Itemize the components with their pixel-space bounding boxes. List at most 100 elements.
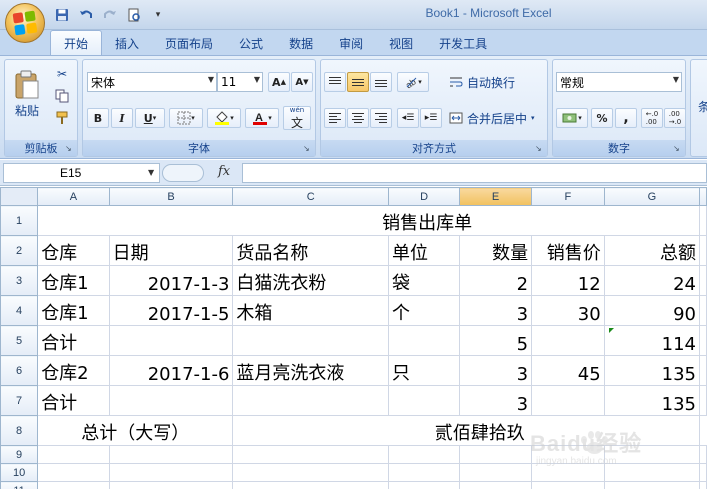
tab-5[interactable]: 数据 [276,30,326,56]
number-launcher-icon[interactable]: ↘ [673,144,682,153]
row-header[interactable]: 9 [0,445,39,464]
decrease-decimal-button[interactable]: .00 →.0 [664,108,686,128]
cell[interactable]: 3 [459,385,533,416]
cell[interactable] [459,463,533,482]
alignment-launcher-icon[interactable]: ↘ [535,144,544,153]
column-header[interactable]: E [459,187,533,206]
decrease-indent-button[interactable]: ◂☰ [397,108,419,128]
row-header[interactable]: 2 [0,235,39,266]
cell[interactable]: 仓库 [37,235,110,266]
cell[interactable]: 日期 [108,235,234,266]
cell[interactable]: 合计 [37,325,110,356]
cell[interactable] [108,445,234,464]
select-all-corner[interactable] [0,187,39,206]
cell[interactable] [699,445,707,464]
chevron-down-icon[interactable]: ▼ [148,168,154,177]
cell[interactable] [232,385,390,416]
font-launcher-icon[interactable]: ↘ [303,144,312,153]
column-header[interactable]: G [603,187,701,206]
cell[interactable]: 12 [531,265,605,296]
cell[interactable] [459,445,533,464]
shrink-font-button[interactable]: A ▼ [291,72,313,92]
cell[interactable]: 单位 [388,235,461,266]
column-header[interactable]: C [232,187,390,206]
comma-button[interactable]: , [615,108,637,128]
cell[interactable] [388,463,461,482]
cell[interactable] [699,355,707,386]
cell[interactable]: 24 [603,265,701,296]
cell[interactable] [388,325,461,356]
row-header[interactable]: 1 [0,205,39,236]
tab-6[interactable]: 审阅 [326,30,376,56]
name-box[interactable]: E15 [3,163,160,183]
cell[interactable]: 蓝月亮洗衣液 [232,355,390,386]
cell[interactable] [699,295,707,326]
row-header[interactable]: 5 [0,325,39,356]
cell[interactable] [459,481,533,489]
cell[interactable] [232,463,390,482]
cell[interactable]: 3 [459,355,533,386]
cell[interactable] [531,385,605,416]
cell[interactable]: 袋 [388,265,461,296]
cell[interactable]: 114 [603,325,701,356]
cell[interactable] [531,325,605,356]
cell[interactable] [699,265,707,296]
cell[interactable]: 2017-1-6 [108,355,234,386]
cell[interactable] [699,325,707,356]
cell[interactable]: 135 [603,355,701,386]
tab-2[interactable]: 插入 [102,30,152,56]
cell[interactable] [699,481,707,489]
cell[interactable] [108,385,234,416]
cell[interactable] [108,325,234,356]
cell[interactable]: 货品名称 [232,235,390,266]
cell[interactable]: 木箱 [232,295,390,326]
bold-button[interactable]: B [87,108,109,128]
total-label-cell[interactable]: 总计（大写） [37,415,234,446]
align-left-button[interactable] [324,108,346,128]
clipboard-launcher-icon[interactable]: ↘ [65,144,74,153]
increase-indent-button[interactable]: ▸☰ [420,108,442,128]
row-header[interactable]: 3 [0,265,39,296]
sheet-title-cell[interactable]: 销售出库单 [37,205,700,236]
cell[interactable] [603,481,701,489]
grow-font-button[interactable]: A ▲ [268,72,290,92]
cell[interactable]: 总额 [603,235,701,266]
align-middle-button[interactable] [347,72,369,92]
insert-function-icon[interactable]: fx [218,164,230,179]
row-header[interactable]: 10 [0,463,39,482]
cell[interactable]: 45 [531,355,605,386]
increase-decimal-button[interactable]: ←.0.00 [641,108,663,128]
cell[interactable]: 仓库2 [37,355,110,386]
cell[interactable] [699,385,707,416]
tab-8[interactable]: 开发工具 [426,30,500,56]
row-header[interactable]: 11 [0,481,39,489]
cell[interactable]: 90 [603,295,701,326]
cell[interactable]: 只 [388,355,461,386]
column-header[interactable]: B [108,187,234,206]
cell[interactable] [37,463,110,482]
cell[interactable] [603,463,701,482]
font-name-combo[interactable]: 宋体 ▼ [87,72,217,92]
column-header[interactable]: A [37,187,110,206]
row-header[interactable]: 7 [0,385,39,416]
cell[interactable]: 白猫洗衣粉 [232,265,390,296]
cut-icon[interactable]: ✂ [51,65,73,83]
font-color-button[interactable]: A ▾ [245,108,279,128]
tab-1[interactable]: 开始 [50,30,103,56]
row-header[interactable]: 8 [0,415,39,446]
cell[interactable] [108,463,234,482]
tab-4[interactable]: 公式 [226,30,276,56]
paste-button[interactable]: 粘贴 [9,64,45,124]
cell[interactable]: 数量 [459,235,533,266]
cell[interactable]: 个 [388,295,461,326]
cell[interactable]: 30 [531,295,605,326]
cell[interactable]: 5 [459,325,533,356]
borders-button[interactable]: ▾ [169,108,203,128]
column-header[interactable]: D [388,187,461,206]
cell[interactable] [531,445,605,464]
italic-button[interactable]: I [111,108,133,128]
align-center-button[interactable] [347,108,369,128]
currency-button[interactable]: ▾ [556,108,588,128]
cell[interactable] [699,463,707,482]
tab-3[interactable]: 页面布局 [152,30,226,56]
